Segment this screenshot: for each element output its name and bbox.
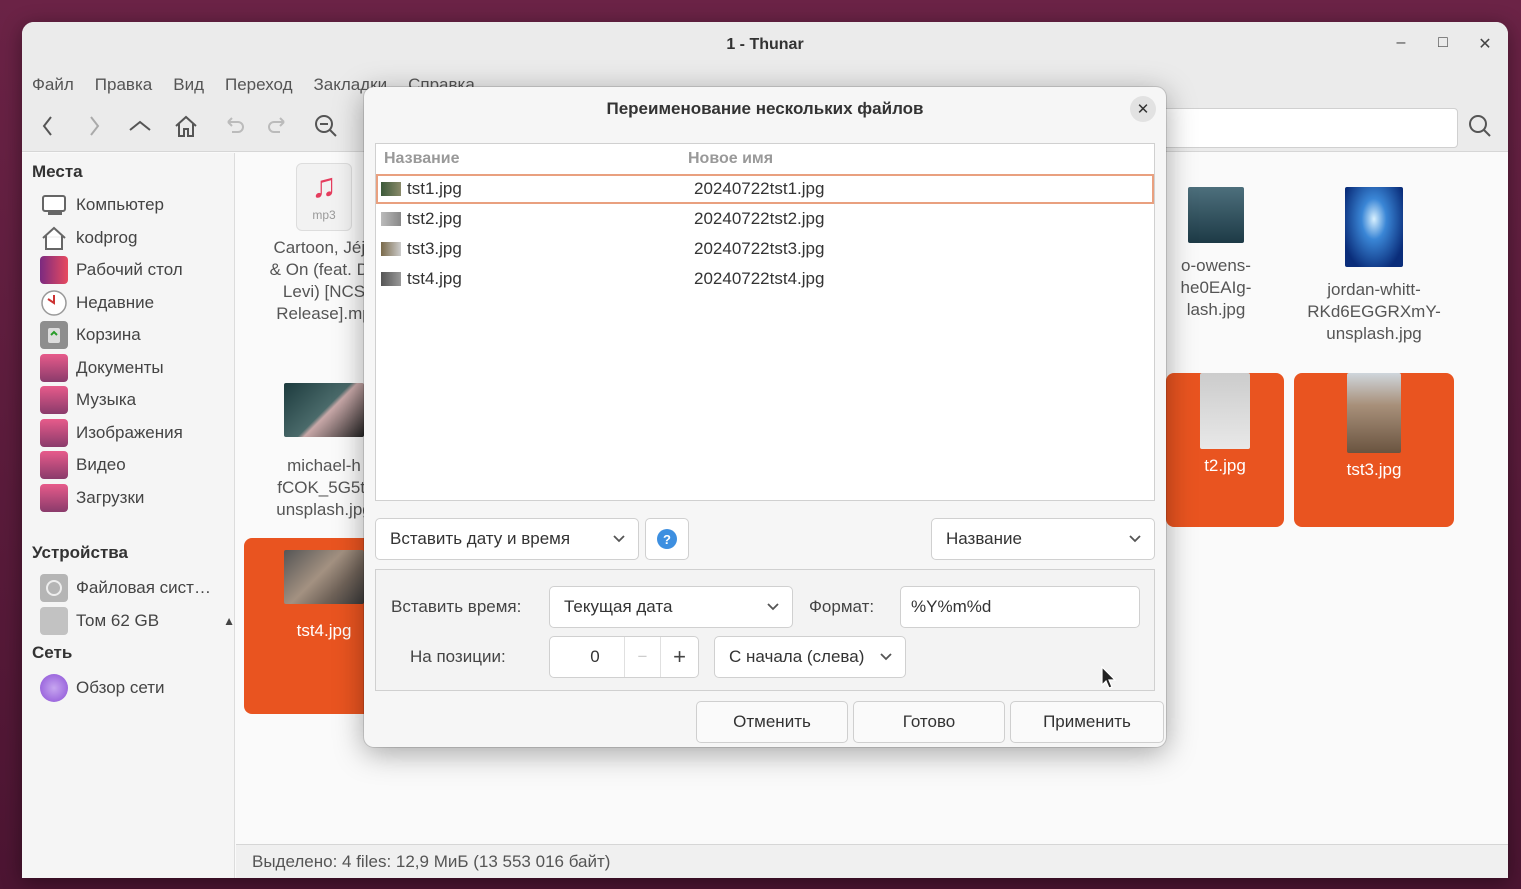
status-bar: Выделено: 4 files: 12,9 МиБ (13 553 016 … xyxy=(236,844,1508,878)
increment-button[interactable]: + xyxy=(660,637,698,677)
sidebar-item-videos[interactable]: Видео xyxy=(40,451,235,479)
chevron-down-icon xyxy=(879,649,893,665)
home-icon xyxy=(40,224,68,252)
videos-folder-icon xyxy=(40,451,68,479)
image-thumbnail xyxy=(1200,373,1250,449)
image-thumbnail xyxy=(1345,187,1403,267)
rename-mode-select[interactable]: Вставить дату и время xyxy=(375,518,639,560)
search-icon[interactable] xyxy=(1466,112,1498,144)
music-file-icon: ♫ mp3 xyxy=(296,163,352,231)
image-file-icon xyxy=(381,182,401,196)
chevron-down-icon xyxy=(1128,531,1142,547)
drive-icon xyxy=(40,574,68,602)
image-file-icon xyxy=(381,242,401,256)
table-row[interactable]: tst4.jpg 20240722tst4.jpg xyxy=(376,264,1154,294)
sidebar-item-filesystem[interactable]: Файловая сист… xyxy=(40,574,235,602)
usb-drive-icon xyxy=(40,607,68,635)
image-file-icon xyxy=(381,272,401,286)
done-button[interactable]: Готово xyxy=(853,701,1005,743)
image-thumbnail xyxy=(1347,373,1401,453)
file-tile-tst2[interactable]: t2.jpg xyxy=(1166,373,1284,527)
network-heading: Сеть xyxy=(32,643,73,662)
eject-icon[interactable]: ▲ xyxy=(223,614,235,628)
sidebar: Места Компьютер kodprog Рабочий стол Нед… xyxy=(22,153,235,878)
documents-folder-icon xyxy=(40,354,68,382)
mouse-cursor-icon xyxy=(1101,665,1117,695)
help-icon: ? xyxy=(657,529,677,549)
column-name[interactable]: Название xyxy=(376,150,688,168)
maximize-button[interactable]: □ xyxy=(1431,34,1455,52)
sidebar-item-volume[interactable]: Том 62 GB ▲ xyxy=(40,607,235,635)
dialog-title: Переименование нескольких файлов xyxy=(606,99,924,118)
forward-icon[interactable] xyxy=(80,112,112,144)
sidebar-item-home[interactable]: kodprog xyxy=(40,224,235,252)
undo-icon[interactable] xyxy=(220,112,252,144)
table-row[interactable]: tst1.jpg 20240722tst1.jpg xyxy=(376,174,1154,204)
file-tile-jordan[interactable]: jordan-whitt- RKd6EGGRXmY- unsplash.jpg xyxy=(1294,163,1454,363)
menu-edit[interactable]: Правка xyxy=(95,75,152,95)
title-bar: 1 - Thunar – □ ✕ xyxy=(22,22,1508,68)
sidebar-item-recent[interactable]: Недавние xyxy=(40,289,235,317)
places-heading: Места xyxy=(32,162,83,181)
position-value[interactable]: 0 xyxy=(550,647,624,667)
window-title: 1 - Thunar xyxy=(726,36,804,53)
home-icon[interactable] xyxy=(172,112,204,144)
apply-button[interactable]: Применить xyxy=(1010,701,1164,743)
insert-time-select[interactable]: Текущая дата xyxy=(549,586,793,628)
table-row[interactable]: tst2.jpg 20240722tst2.jpg xyxy=(376,204,1154,234)
bulk-rename-dialog: Переименование нескольких файлов ✕ Назва… xyxy=(364,87,1166,747)
image-thumbnail xyxy=(284,383,364,437)
downloads-folder-icon xyxy=(40,484,68,512)
trash-icon xyxy=(40,321,68,349)
format-input[interactable]: %Y%m%d xyxy=(900,586,1140,628)
minimize-button[interactable]: – xyxy=(1389,34,1413,52)
sidebar-item-desktop[interactable]: Рабочий стол xyxy=(40,256,235,284)
sidebar-item-documents[interactable]: Документы xyxy=(40,354,235,382)
desktop-icon xyxy=(40,256,68,284)
sidebar-item-computer[interactable]: Компьютер xyxy=(40,191,235,219)
cancel-button[interactable]: Отменить xyxy=(696,701,848,743)
table-row[interactable]: tst3.jpg 20240722tst3.jpg xyxy=(376,234,1154,264)
up-icon[interactable] xyxy=(126,112,158,144)
dialog-close-button[interactable]: ✕ xyxy=(1130,96,1156,122)
clock-icon xyxy=(40,289,68,317)
image-file-icon xyxy=(381,212,401,226)
network-icon xyxy=(40,674,68,702)
close-window-button[interactable]: ✕ xyxy=(1473,34,1497,54)
redo-icon[interactable] xyxy=(264,112,296,144)
position-from-select[interactable]: С начала (слева) xyxy=(714,636,906,678)
file-tile-tst3[interactable]: tst3.jpg xyxy=(1294,373,1454,527)
location-bar[interactable] xyxy=(1162,108,1458,148)
decrement-button[interactable]: − xyxy=(624,637,660,677)
file-tile-owens[interactable]: o-owens- he0EAIg- lash.jpg xyxy=(1166,163,1266,343)
help-button[interactable]: ? xyxy=(645,518,689,560)
sidebar-item-network[interactable]: Обзор сети xyxy=(40,674,235,702)
music-folder-icon xyxy=(40,386,68,414)
devices-heading: Устройства xyxy=(32,543,128,562)
pictures-folder-icon xyxy=(40,419,68,447)
sidebar-item-downloads[interactable]: Загрузки xyxy=(40,484,235,512)
sidebar-item-pictures[interactable]: Изображения xyxy=(40,419,235,447)
image-thumbnail xyxy=(1188,187,1244,243)
options-panel: Вставить время: Текущая дата Формат: %Y%… xyxy=(375,569,1155,691)
menu-view[interactable]: Вид xyxy=(173,75,204,95)
sidebar-item-music[interactable]: Музыка xyxy=(40,386,235,414)
chevron-down-icon xyxy=(612,531,626,547)
insert-time-label: Вставить время: xyxy=(391,597,522,616)
back-icon[interactable] xyxy=(34,112,66,144)
image-thumbnail xyxy=(284,550,364,604)
menu-go[interactable]: Переход xyxy=(225,75,293,95)
column-new-name[interactable]: Новое имя xyxy=(688,150,773,168)
position-stepper[interactable]: 0 − + xyxy=(549,636,699,678)
rename-target-select[interactable]: Название xyxy=(931,518,1155,560)
position-label: На позиции: xyxy=(410,647,506,666)
computer-icon xyxy=(40,191,68,219)
sidebar-item-trash[interactable]: Корзина xyxy=(40,321,235,349)
rename-file-list: Название Новое имя tst1.jpg 20240722tst1… xyxy=(375,143,1155,501)
zoom-out-icon[interactable] xyxy=(312,112,344,144)
format-label: Формат: xyxy=(809,597,875,616)
menu-file[interactable]: Файл xyxy=(32,75,74,95)
chevron-down-icon xyxy=(766,599,780,615)
file-list-header: Название Новое имя xyxy=(376,144,1154,174)
